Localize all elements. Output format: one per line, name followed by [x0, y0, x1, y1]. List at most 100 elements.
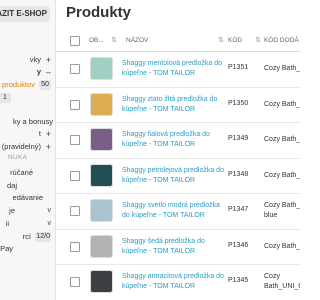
supplier-code-line: blue: [264, 212, 278, 219]
chevron-down-icon[interactable]: v: [48, 205, 52, 217]
product-name-link[interactable]: Shaggy petrolejová predložka do kúpeľne …: [122, 166, 226, 186]
product-thumbnail[interactable]: [90, 199, 113, 222]
product-code: P1347: [228, 206, 249, 213]
table-row[interactable]: Shaggy antracitová predložka do kúpeľne …: [56, 265, 300, 300]
table-header: OB... ⇅ NÁZOV ⇅ KÓD ⇅ KÓD DODÁ: [56, 31, 300, 52]
row-checkbox[interactable]: [70, 277, 80, 287]
product-code: P1348: [228, 170, 249, 178]
table-row[interactable]: Shaggy fialová predložka do kúpeľne - TO…: [56, 123, 300, 159]
product-thumbnail[interactable]: [90, 234, 113, 258]
row-checkbox[interactable]: [70, 99, 80, 110]
supplier-code-line: Cozy Bath_U: [264, 202, 300, 209]
count-badge: 1: [0, 93, 11, 103]
supplier-code-line: Cozy Bath_U: [264, 171, 300, 179]
count-badge: 50: [39, 80, 51, 90]
expand-icon[interactable]: +: [46, 128, 51, 140]
row-checkbox[interactable]: [70, 241, 80, 252]
column-supplier-code[interactable]: KÓD DODÁ: [264, 31, 299, 51]
sidebar-item-label: Pay: [0, 244, 13, 253]
sidebar-item-label: ii: [5, 219, 9, 228]
sidebar-item-label: daj: [6, 181, 17, 190]
supplier-code: Cozy Bath_U: [264, 171, 300, 181]
page-title: Produkty: [66, 4, 132, 21]
supplier-code: Cozy Bath_U: [264, 64, 300, 74]
sidebar-item-label: je: [9, 206, 15, 215]
product-name-link[interactable]: Shaggy zlato žltá predložka do kúpeľne -…: [122, 95, 226, 115]
sidebar-item[interactable]: daj: [0, 180, 55, 192]
product-name-link[interactable]: Shaggy antracitová predložka do kúpeľne …: [122, 272, 226, 292]
table-row[interactable]: Shaggy mentolová predložka do kúpeľne - …: [56, 52, 300, 88]
product-code: P1346: [228, 241, 249, 249]
sidebar-item[interactable]: t (pravidelný) +: [0, 141, 55, 153]
sort-icon[interactable]: ⇅: [216, 31, 224, 51]
show-eshop-label: ZOBRAZIT E-SHOP: [0, 9, 47, 18]
product-name-link[interactable]: Shaggy šedá predložka do kúpeľne - TOM T…: [122, 237, 226, 257]
sidebar-item[interactable]: vky +: [0, 54, 55, 66]
supplier-code: Cozy Bath_U: [264, 100, 300, 110]
sidebar-item-label: rcí: [22, 232, 31, 241]
supplier-code: Cozy Bath_U: [264, 135, 300, 145]
sidebar-item-products[interactable]: m produktov 50: [0, 79, 55, 91]
column-image-label: OB...: [89, 37, 104, 44]
sidebar-item[interactable]: ii v: [0, 218, 55, 230]
column-supplier-label: KÓD DODÁ: [264, 37, 299, 44]
column-image[interactable]: OB...: [89, 31, 104, 51]
row-checkbox[interactable]: [70, 135, 80, 145]
product-thumbnail[interactable]: [90, 57, 113, 80]
sidebar-item-label: rúčané: [10, 168, 33, 177]
expand-icon[interactable]: +: [46, 54, 51, 66]
supplier-code-line: Cozy Bath_U: [264, 100, 300, 108]
supplier-code: Cozy Bath_U: [264, 242, 300, 252]
chevron-down-icon[interactable]: v: [48, 218, 52, 230]
sidebar-item-label: edávanie: [12, 193, 43, 202]
column-name[interactable]: NÁZOV: [126, 31, 148, 51]
sidebar-item-label: m produktov: [0, 80, 35, 89]
main-content: Produkty OB... ⇅ NÁZOV ⇅ KÓD ⇅ KÓD DODÁ …: [56, 0, 300, 300]
expand-icon[interactable]: +: [46, 141, 51, 153]
sidebar-item[interactable]: je v: [0, 205, 55, 217]
product-thumbnail[interactable]: [90, 163, 113, 187]
table-row[interactable]: Shaggy zlato žltá predložka do kúpeľne -…: [56, 88, 300, 123]
select-all-checkbox[interactable]: [70, 36, 80, 46]
product-name-link[interactable]: Shaggy svetlo modrá predložka do kúpeľne…: [122, 201, 226, 221]
sidebar-section-heading: NUKA: [8, 154, 28, 161]
supplier-code-line: Cozy Bath_U: [264, 65, 300, 72]
table-row[interactable]: Shaggy svetlo modrá predložka do kúpeľne…: [56, 194, 300, 230]
sidebar-item[interactable]: rcí 12/0: [0, 231, 55, 243]
sidebar-item-label: t: [38, 129, 41, 138]
row-checkbox[interactable]: [70, 64, 80, 74]
product-code: P1350: [228, 99, 249, 107]
product-thumbnail[interactable]: [90, 128, 113, 151]
sort-icon[interactable]: ⇅: [109, 31, 117, 51]
sidebar-item[interactable]: t +: [0, 128, 55, 140]
product-table-body: Shaggy mentolová predložka do kúpeľne - …: [56, 52, 300, 300]
sidebar: ZOBRAZIT E-SHOP vky + y – m produktov 50…: [0, 0, 56, 300]
supplier-code-line: Cozy Bath_U: [264, 136, 300, 143]
row-checkbox[interactable]: [70, 170, 80, 181]
sidebar-item-label: vky: [29, 55, 41, 64]
product-code: P1349: [228, 135, 249, 142]
sidebar-item[interactable]: edávanie: [0, 192, 55, 204]
column-code[interactable]: KÓD: [228, 31, 242, 51]
sidebar-item[interactable]: Pay: [0, 243, 55, 255]
sort-icon[interactable]: ⇅: [253, 31, 261, 51]
show-eshop-button[interactable]: ZOBRAZIT E-SHOP: [0, 6, 50, 22]
product-thumbnail[interactable]: [90, 270, 113, 293]
sidebar-item[interactable]: 1: [0, 92, 55, 104]
supplier-code: Cozy Bath_Ublue: [264, 201, 300, 221]
sidebar-item-active[interactable]: y –: [0, 66, 55, 78]
table-row[interactable]: Shaggy šedá predložka do kúpeľne - TOM T…: [56, 230, 300, 265]
sidebar-item[interactable]: ky a bonusy: [0, 116, 55, 128]
supplier-code-line: Cozy Bath_U: [264, 242, 300, 250]
sidebar-item[interactable]: rúčané: [0, 167, 55, 179]
supplier-code: Cozy Bath_UNI_60: [264, 272, 300, 292]
column-name-label: NÁZOV: [126, 37, 149, 44]
supplier-code-line: Bath_UNI_60: [264, 283, 300, 290]
collapse-icon[interactable]: –: [46, 66, 51, 78]
product-thumbnail[interactable]: [90, 92, 113, 116]
product-name-link[interactable]: Shaggy mentolová predložka do kúpeľne - …: [122, 59, 226, 79]
product-code: P1345: [228, 277, 249, 284]
product-name-link[interactable]: Shaggy fialová predložka do kúpeľne - TO…: [122, 130, 226, 150]
table-row[interactable]: Shaggy petrolejová predložka do kúpeľne …: [56, 159, 300, 194]
row-checkbox[interactable]: [70, 206, 80, 216]
